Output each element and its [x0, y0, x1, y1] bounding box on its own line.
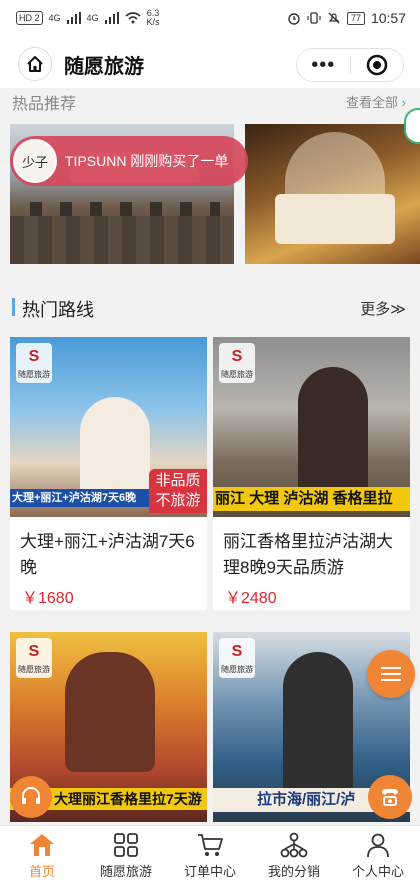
home-button[interactable]	[18, 47, 52, 81]
deck-shape	[10, 216, 234, 264]
tourist-figure	[283, 652, 353, 802]
see-all-link[interactable]: 查看全部 ›	[346, 92, 406, 111]
signal-icon-2	[104, 12, 119, 24]
status-time: 10:57	[370, 10, 406, 26]
route-name: 丽江香格里拉泸沽湖大理8晚9天品质游	[223, 532, 393, 577]
route-card-image: S 随愿旅游 丽江 大理 泸沽湖 香格里拉	[213, 337, 410, 517]
status-bar: HD 2 4G 4G 6.3 K/s 77 10:57	[0, 0, 420, 36]
hot-section-title: 热品推荐	[12, 96, 77, 113]
headset-icon	[22, 787, 40, 804]
nav-bar: 随愿旅游 •••	[0, 36, 420, 92]
tab-travel[interactable]: 随愿旅游	[84, 826, 168, 887]
person-icon	[367, 833, 389, 858]
menu-line	[381, 667, 401, 669]
brand-logo: S 随愿旅游	[219, 638, 255, 678]
mini-program-capsule: •••	[296, 48, 404, 82]
route-card[interactable]: S 随愿旅游 大理+丽江+泸沽湖7天6晚 非品质 不旅游 大理+丽江+泸沽湖7天6晚…	[10, 337, 207, 610]
brand-logo: S 随愿旅游	[16, 343, 52, 383]
menu-line	[381, 673, 401, 675]
customer-service-button[interactable]	[10, 776, 52, 818]
tab-orders[interactable]: 订单中心	[168, 826, 252, 887]
tab-label: 首页	[28, 864, 55, 879]
floating-menu-button[interactable]	[367, 650, 415, 698]
brand-logo: S 随愿旅游	[219, 343, 255, 383]
toast-message: TIPSUNN 刚刚购买了一单	[65, 153, 229, 169]
vibrate-icon	[307, 12, 321, 24]
network-icon	[280, 832, 308, 858]
tab-profile[interactable]: 个人中心	[336, 826, 420, 887]
mute-icon	[328, 12, 340, 24]
hot-section-header: 热品推荐 查看全部 ›	[0, 88, 420, 116]
brand-logo: S 随愿旅游	[16, 638, 52, 678]
grid-icon	[114, 833, 138, 857]
routes-section-title: 热门路线	[22, 300, 94, 320]
more-routes-link[interactable]: 更多≫	[360, 298, 406, 319]
route-name: 大理+丽江+泸沽湖7天6晚	[20, 532, 195, 577]
wifi-icon	[125, 12, 141, 24]
menu-line	[381, 679, 401, 681]
quality-stamp: 非品质 不旅游	[149, 469, 207, 513]
signal-icon	[66, 12, 81, 24]
routes-section-header: 热门路线 更多≫	[0, 280, 420, 332]
more-dots-icon[interactable]: •••	[297, 50, 350, 80]
battery-indicator: 77	[346, 11, 365, 25]
home-icon	[27, 56, 43, 72]
tab-label: 随愿旅游	[99, 864, 152, 879]
route-price: ￥1680	[22, 590, 74, 607]
section-accent-bar	[12, 298, 15, 316]
cart-icon	[198, 834, 223, 856]
tourist-figure	[65, 652, 155, 772]
tab-home[interactable]: 首页	[0, 826, 84, 887]
tourist-figure	[298, 367, 368, 507]
close-button[interactable]	[351, 54, 404, 76]
home-icon	[30, 834, 54, 856]
hot-product-image-2[interactable]	[245, 124, 420, 264]
route-card[interactable]: S 随愿旅游 丽江 大理 泸沽湖 香格里拉 丽江香格里拉泸沽湖大理8晚9天品质游 …	[213, 337, 410, 610]
tab-label: 订单中心	[183, 864, 236, 879]
alarm-icon	[288, 13, 300, 25]
image-caption: 丽江 大理 泸沽湖 香格里拉	[213, 487, 410, 511]
phone-icon	[382, 789, 398, 806]
phone-call-button[interactable]	[368, 775, 412, 819]
tab-label: 个人中心	[351, 864, 404, 879]
hd-badge: HD 2	[16, 11, 43, 25]
network-indicator-2: 4G	[86, 13, 99, 23]
purchase-toast: 少子 TIPSUNN 刚刚购买了一单	[10, 136, 248, 186]
tab-distribution[interactable]: 我的分销	[252, 826, 336, 887]
network-indicator-1: 4G	[48, 13, 61, 23]
target-close-icon	[366, 54, 387, 76]
page-title: 随愿旅游	[64, 55, 144, 78]
avatar: 少子	[13, 139, 57, 183]
side-float-tab[interactable]	[404, 108, 420, 144]
bed-shape	[275, 194, 395, 244]
tab-label: 我的分销	[267, 864, 320, 879]
bottom-tab-bar: 首页 随愿旅游 订单中心 我的分销 个人中心	[0, 825, 420, 887]
route-card-image: S 随愿旅游 大理+丽江+泸沽湖7天6晚 非品质 不旅游	[10, 337, 207, 517]
route-price: ￥2480	[225, 590, 277, 607]
net-speed: 6.3 K/s	[146, 8, 160, 27]
